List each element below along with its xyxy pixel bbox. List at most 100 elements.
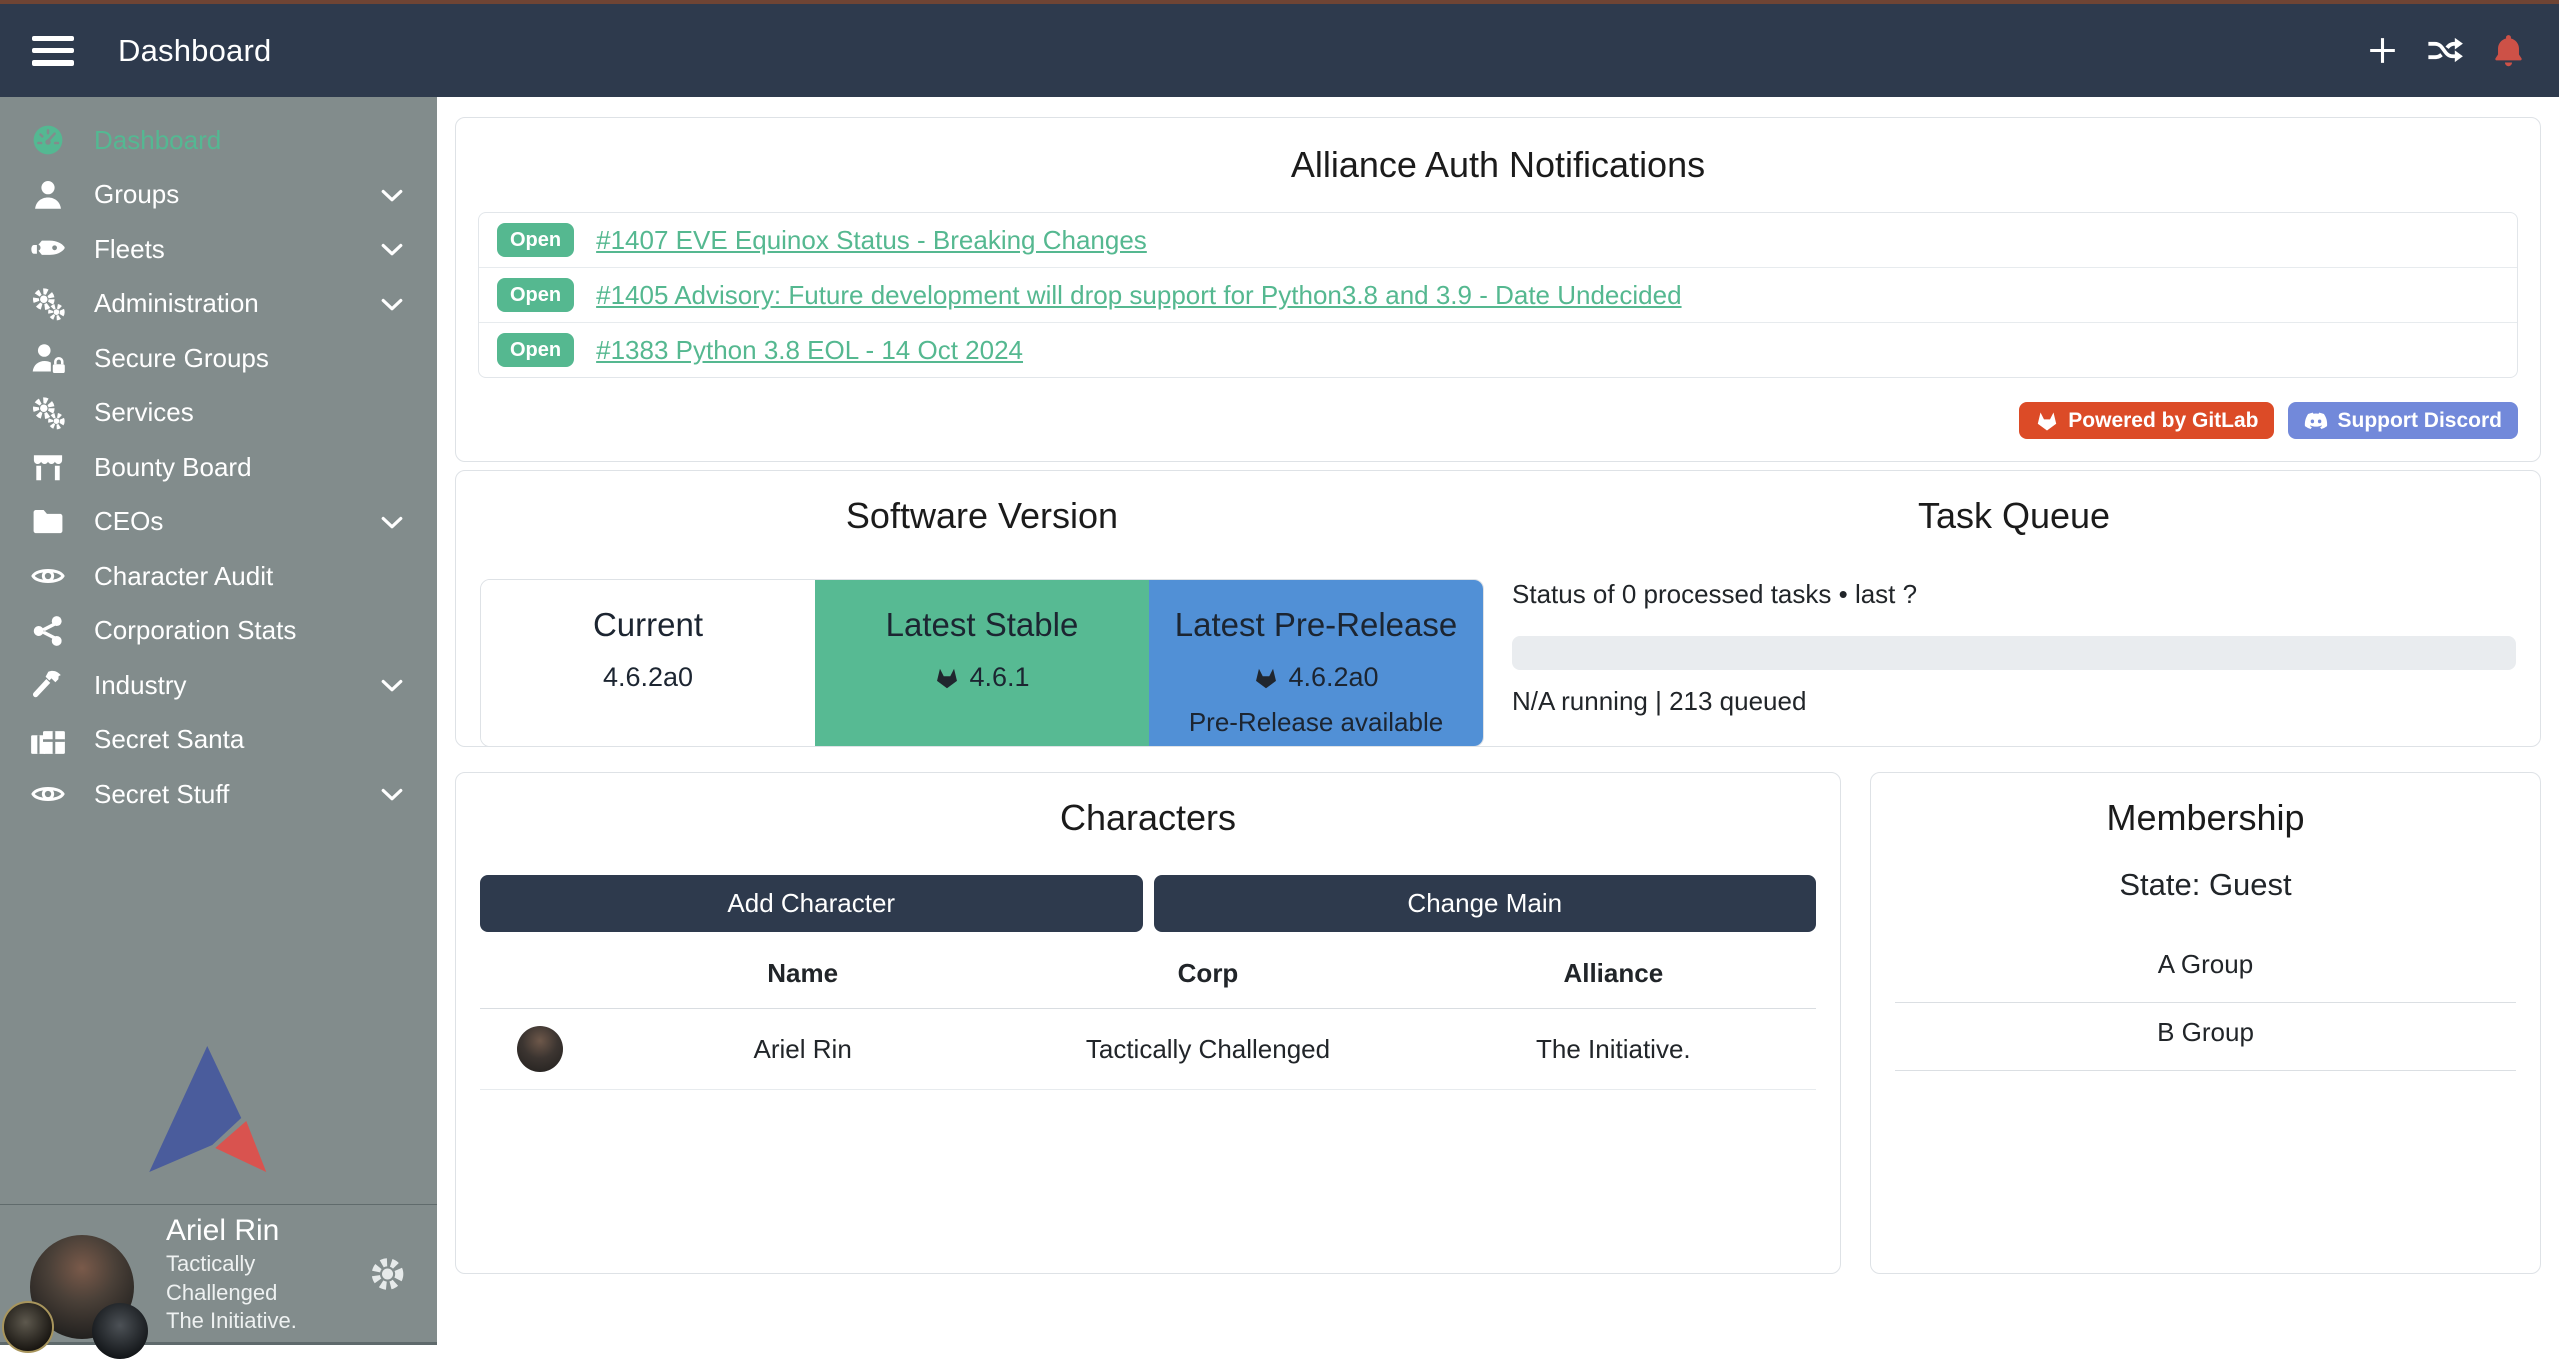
sidebar-item-label: Corporation Stats — [94, 615, 296, 646]
sidebar-item-label: Dashboard — [94, 125, 221, 156]
sidebar-item-label: Groups — [94, 179, 179, 210]
sidebar-item-label: Secret Stuff — [94, 779, 229, 810]
sidebar-item-fleets[interactable]: Fleets — [0, 222, 437, 277]
change-main-button[interactable]: Change Main — [1154, 875, 1817, 932]
notifications-bell-icon[interactable] — [2490, 32, 2527, 69]
character-portrait — [517, 1026, 563, 1072]
notification-row: Open #1405 Advisory: Future development w… — [479, 268, 2517, 323]
header-corp: Corp — [1005, 958, 1410, 989]
hammer-icon — [30, 667, 66, 703]
software-version-section: Software Version Current4.6.2a0Latest St… — [480, 495, 1484, 722]
user-name: Ariel Rin — [166, 1211, 368, 1250]
version-number: 4.6.1 — [815, 662, 1149, 693]
user-corp: Tactically Challenged — [166, 1250, 368, 1307]
characters-table-header: Name Corp Alliance — [480, 938, 1816, 1009]
support-discord-badge[interactable]: Support Discord — [2288, 402, 2518, 439]
sidebar-toggle-hamburger-icon[interactable] — [32, 36, 74, 66]
version-box-latest-stable: Latest Stable 4.6.1 — [815, 580, 1149, 746]
sidebar-item-services[interactable]: Services — [0, 386, 437, 441]
topbar: Dashboard — [0, 4, 2559, 97]
sidebar-nav: Dashboard Groups Fleets Administration Secur… — [0, 97, 437, 822]
version-box-latest-pre-release: Latest Pre-Release4.6.2a0Pre-Release ava… — [1149, 580, 1483, 746]
version-boxes: Current 4.6.2a0Latest Stable 4.6.1Latest P… — [480, 579, 1484, 747]
notification-link[interactable]: #1405 Advisory: Future development will … — [596, 280, 1681, 311]
status-badge: Open — [497, 278, 574, 312]
sidebar-item-secret-santa[interactable]: Secret Santa — [0, 713, 437, 768]
gitlab-icon — [934, 666, 960, 690]
user-panel[interactable]: Ariel Rin Tactically Challenged The Init… — [0, 1204, 437, 1342]
chevron-down-icon — [377, 779, 407, 809]
notification-row: Open #1407 EVE Equinox Status - Breaking … — [479, 213, 2517, 268]
chevron-down-icon — [377, 507, 407, 537]
version-and-queue-panel: Software Version Current4.6.2a0Latest St… — [455, 470, 2541, 747]
sidebar-item-industry[interactable]: Industry — [0, 658, 437, 713]
sidebar-item-groups[interactable]: Groups — [0, 168, 437, 223]
membership-group-a-group: A Group — [1895, 935, 2516, 1003]
gears-icon — [30, 395, 66, 431]
sidebar-item-administration[interactable]: Administration — [0, 277, 437, 332]
membership-panel: Membership State: Guest A GroupB Group — [1870, 772, 2541, 1274]
version-box-label: Current — [481, 606, 815, 644]
header-alliance: Alliance — [1411, 958, 1816, 989]
powered-by-gitlab-badge[interactable]: Powered by GitLab — [2019, 402, 2274, 439]
sidebar-item-label: Fleets — [94, 234, 165, 265]
add-character-button[interactable]: Add Character — [480, 875, 1143, 932]
user-icon — [30, 177, 66, 213]
sidebar-item-corporation-stats[interactable]: Corporation Stats — [0, 604, 437, 659]
store-icon — [30, 449, 66, 485]
gauge-icon — [30, 122, 66, 158]
add-character-plus-icon[interactable] — [2364, 32, 2401, 69]
membership-group-b-group: B Group — [1895, 1003, 2516, 1071]
version-box-current: Current 4.6.2a0 — [481, 580, 815, 746]
characters-title: Characters — [480, 797, 1816, 839]
topbar-icons — [2364, 32, 2527, 69]
sidebar-item-label: Character Audit — [94, 561, 273, 592]
task-queue-meta: N/A running | 213 queued — [1512, 686, 2516, 717]
user-meta: Ariel Rin Tactically Challenged The Init… — [166, 1211, 368, 1336]
sidebar-item-bounty-board[interactable]: Bounty Board — [0, 440, 437, 495]
membership-title: Membership — [1895, 797, 2516, 839]
sidebar-item-secret-stuff[interactable]: Secret Stuff — [0, 767, 437, 822]
main-content: Alliance Auth Notifications Open #1407 EV… — [437, 97, 2559, 1345]
notification-link[interactable]: #1383 Python 3.8 EOL - 14 Oct 2024 — [596, 335, 1023, 366]
version-number: 4.6.2a0 — [481, 662, 815, 693]
sidebar-item-dashboard[interactable]: Dashboard — [0, 113, 437, 168]
discord-icon — [2304, 410, 2328, 432]
characters-table-body: Ariel RinTactically ChallengedThe Initia… — [480, 1009, 1816, 1090]
gitlab-badge-label: Powered by GitLab — [2068, 409, 2258, 433]
character-alliance: The Initiative. — [1411, 1034, 1816, 1065]
gitlab-icon — [1253, 666, 1279, 690]
share-icon — [30, 613, 66, 649]
character-row: Ariel RinTactically ChallengedThe Initia… — [480, 1009, 1816, 1090]
chevron-down-icon — [377, 289, 407, 319]
sidebar-item-label: Services — [94, 397, 194, 428]
sidebar-item-label: Secret Santa — [94, 724, 244, 755]
version-box-label: Latest Stable — [815, 606, 1149, 644]
sidebar-item-ceos[interactable]: CEOs — [0, 495, 437, 550]
status-badge: Open — [497, 223, 574, 257]
header-name: Name — [600, 958, 1005, 989]
user-settings-gear-icon[interactable] — [368, 1254, 407, 1294]
characters-panel: Characters Add Character Change Main Nam… — [455, 772, 1841, 1274]
notification-link[interactable]: #1407 EVE Equinox Status - Breaking Chan… — [596, 225, 1147, 256]
change-main-shuffle-icon[interactable] — [2427, 32, 2464, 69]
user-alliance: The Initiative. — [166, 1307, 368, 1336]
sidebar-item-character-audit[interactable]: Character Audit — [0, 549, 437, 604]
shuttle-icon — [30, 231, 66, 267]
gifts-icon — [30, 722, 66, 758]
chevron-down-icon — [377, 234, 407, 264]
version-number: 4.6.2a0 — [1149, 662, 1483, 693]
alliance-logo-badge — [92, 1303, 148, 1359]
character-name: Ariel Rin — [600, 1034, 1005, 1065]
sidebar-item-label: Administration — [94, 288, 259, 319]
sidebar-item-secure-groups[interactable]: Secure Groups — [0, 331, 437, 386]
chevron-down-icon — [377, 670, 407, 700]
membership-groups: A GroupB Group — [1895, 935, 2516, 1071]
task-queue-title: Task Queue — [1512, 495, 2516, 537]
sidebar-item-label: CEOs — [94, 506, 163, 537]
notifications-panel: Alliance Auth Notifications Open #1407 EV… — [455, 117, 2541, 462]
alliance-auth-logo — [148, 1046, 270, 1172]
task-queue-progressbar — [1512, 636, 2516, 670]
character-corp: Tactically Challenged — [1005, 1034, 1410, 1065]
notifications-title: Alliance Auth Notifications — [478, 144, 2518, 186]
